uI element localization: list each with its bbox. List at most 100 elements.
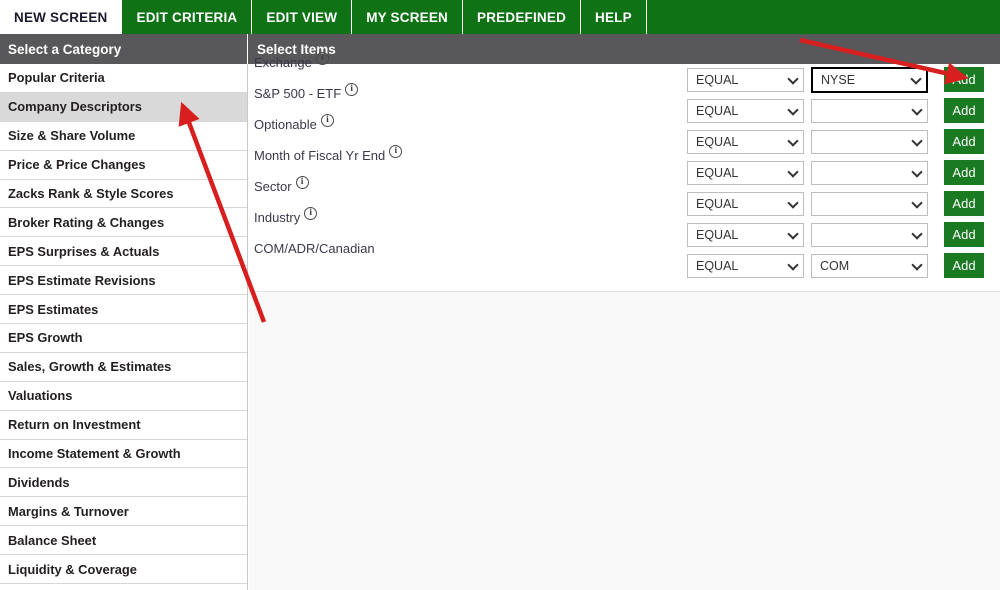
criteria-row: Exchange i EQUAL NYSE Add [249,52,1000,95]
value-select-exchange[interactable]: NYSE [811,67,928,93]
operator-select-value: EQUAL [696,259,739,273]
operator-select-month-of-fiscal-yr-end[interactable]: EQUAL [687,161,804,185]
screener-page: NEW SCREEN EDIT CRITERIA EDIT VIEW MY SCREE… [0,0,1000,590]
criteria-label-industry: Industry i [254,207,318,225]
sidebar-item-valuations[interactable]: Valuations [0,382,247,411]
operator-select-sector[interactable]: EQUAL [687,192,804,216]
criteria-label-optionable: Optionable i [254,114,334,132]
sidebar-item-label: Balance Sheet [8,532,97,548]
add-button-com-adr-canadian[interactable]: Add [944,253,984,278]
sidebar-item-label: Price & Price Changes [8,157,146,173]
value-select-month-of-fiscal-yr-end[interactable] [811,161,928,185]
criteria-row: S&P 500 - ETF i EQUAL Add [249,83,1000,126]
sidebar-item-label: Broker Rating & Changes [8,214,165,230]
select-items-panel: Exchange i EQUAL NYSE Add S&P 500 - ETF i EQUAL… [249,52,1000,590]
tabbar-filler [646,0,1000,34]
criteria-label-text: S&P 500 - ETF [254,86,342,101]
info-icon[interactable]: i [295,176,309,189]
sidebar-item-label: Company Descriptors [8,99,142,115]
info-icon[interactable]: i [345,83,359,96]
sidebar-item-eps-estimates[interactable]: EPS Estimates [0,295,247,325]
operator-select-value: EQUAL [696,228,739,242]
criteria-label-text: Month of Fiscal Yr End [254,148,386,163]
operator-select-value: EQUAL [696,135,739,149]
info-icon[interactable]: i [304,207,318,220]
tab-edit-criteria[interactable]: EDIT CRITERIA [122,0,253,34]
sidebar-item-label: EPS Growth [8,330,83,346]
sidebar-item-eps-estimate-revisions[interactable]: EPS Estimate Revisions [0,266,247,296]
value-select-sector[interactable] [811,192,928,216]
tab-my-screen[interactable]: MY SCREEN [352,0,464,34]
operator-select-value: EQUAL [696,166,739,180]
add-button-s-p-500-etf[interactable]: Add [944,98,984,123]
tab-predefined[interactable]: PREDEFINED [463,0,582,34]
add-button-industry[interactable]: Add [944,222,984,247]
category-sidebar: Popular Criteria Company Descriptors Size … [0,64,248,590]
sidebar-item-label: Valuations [8,388,73,404]
operator-select-exchange[interactable]: EQUAL [687,68,804,92]
criteria-row: Month of Fiscal Yr End i EQUAL Add [249,145,1000,188]
select-items-header: Select Items [257,41,336,57]
chevron-down-icon [787,166,799,178]
sidebar-item-sales-growth-estimates[interactable]: Sales, Growth & Estimates [0,353,247,382]
sidebar-item-liquidity-coverage[interactable]: Liquidity & Coverage [0,555,247,585]
add-button-month-of-fiscal-yr-end[interactable]: Add [944,160,984,185]
sidebar-item-income-statement-growth[interactable]: Income Statement & Growth [0,440,247,469]
operator-select-s-p-500-etf[interactable]: EQUAL [687,99,804,123]
sidebar-item-popular-criteria[interactable]: Popular Criteria [0,64,247,93]
info-icon[interactable]: i [389,145,403,158]
sidebar-item-zacks-rank-style-scores[interactable]: Zacks Rank & Style Scores [0,180,247,209]
operator-select-optionable[interactable]: EQUAL [687,130,804,154]
value-select-s-p-500-etf[interactable] [811,99,928,123]
info-icon[interactable]: i [315,52,329,65]
criteria-label-sector: Sector i [254,176,309,194]
sidebar-item-label: Sales, Growth & Estimates [8,359,172,375]
add-button-optionable[interactable]: Add [944,129,984,154]
criteria-label-s-p-500-etf: S&P 500 - ETF i [254,83,359,101]
tab-new-screen[interactable]: NEW SCREEN [0,0,123,34]
sidebar-item-eps-surprises-actuals[interactable]: EPS Surprises & Actuals [0,237,247,267]
sidebar-item-size-share-volume[interactable]: Size & Share Volume [0,122,247,151]
chevron-down-icon [911,228,923,240]
chevron-down-icon [787,197,799,209]
operator-select-industry[interactable]: EQUAL [687,223,804,247]
sidebar-item-label: Return on Investment [8,417,141,433]
chevron-down-icon [787,73,799,85]
add-button-sector[interactable]: Add [944,191,984,216]
tab-edit-view[interactable]: EDIT VIEW [252,0,353,34]
operator-select-value: EQUAL [696,197,739,211]
sidebar-item-company-descriptors[interactable]: Company Descriptors [0,92,247,122]
criteria-label-text: Optionable [254,117,317,132]
criteria-rows: Exchange i EQUAL NYSE Add S&P 500 - ETF i EQUAL… [249,52,1000,291]
sidebar-item-dividends[interactable]: Dividends [0,468,247,498]
sidebar-item-label: Liquidity & Coverage [8,561,137,577]
criteria-label-text: COM/ADR/Canadian [254,241,375,256]
info-icon[interactable]: i [320,114,334,127]
panel-empty-area [249,292,1000,590]
sidebar-item-broker-rating-changes[interactable]: Broker Rating & Changes [0,208,247,238]
sidebar-item-balance-sheet[interactable]: Balance Sheet [0,526,247,556]
sidebar-item-return-on-investment[interactable]: Return on Investment [0,411,247,440]
add-button-exchange[interactable]: Add [944,67,984,92]
sidebar-item-price-price-changes[interactable]: Price & Price Changes [0,151,247,180]
sidebar-item-eps-growth[interactable]: EPS Growth [0,324,247,353]
value-select-industry[interactable] [811,223,928,247]
criteria-label-exchange: Exchange i [254,52,329,70]
sidebar-item-label: Size & Share Volume [8,128,136,144]
chevron-down-icon [787,104,799,116]
operator-select-com-adr-canadian[interactable]: EQUAL [687,254,804,278]
sidebar-item-label: EPS Estimates [8,301,99,317]
sidebar-item-label: Zacks Rank & Style Scores [8,186,174,201]
criteria-label-text: Exchange [254,55,312,70]
operator-select-value: EQUAL [696,73,739,87]
chevron-down-icon [787,228,799,240]
sidebar-item-label: Dividends [8,474,70,490]
sidebar-item-label: EPS Estimate Revisions [8,272,156,288]
value-select-optionable[interactable] [811,130,928,154]
sidebar-item-label: Margins & Turnover [8,503,129,519]
value-select-com-adr-canadian[interactable]: COM [811,254,928,278]
sidebar-item-label: EPS Surprises & Actuals [8,243,160,259]
sidebar-item-label: Income Statement & Growth [8,446,181,462]
sidebar-item-margins-turnover[interactable]: Margins & Turnover [0,497,247,527]
tab-help[interactable]: HELP [581,0,647,34]
